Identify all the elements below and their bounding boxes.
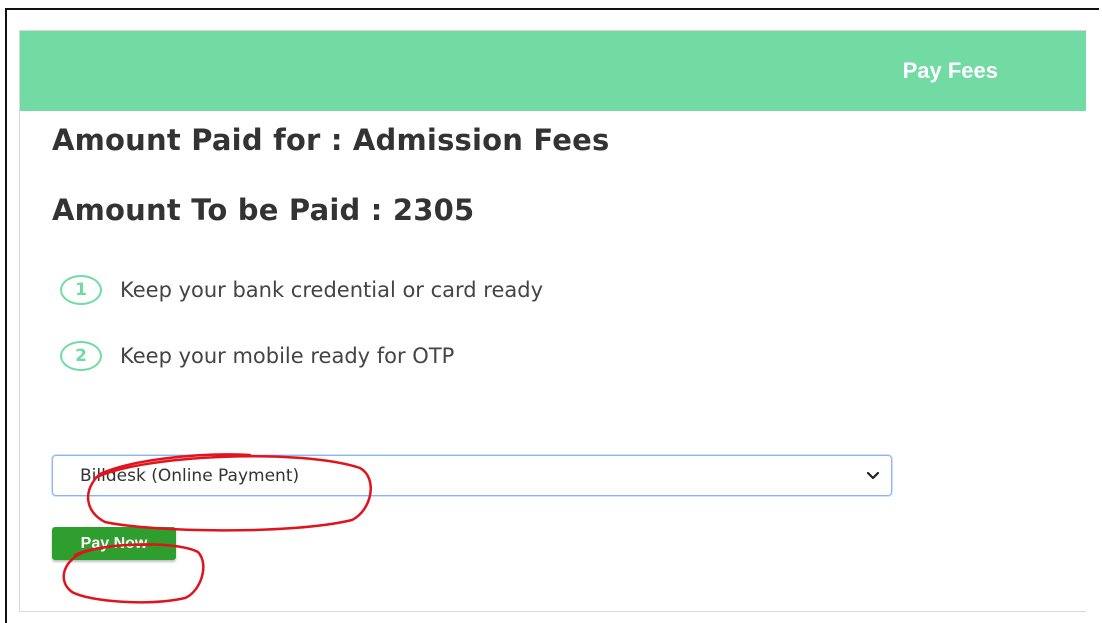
header-title: Pay Fees bbox=[902, 58, 998, 83]
amount-paid-for-heading: Amount Paid for : Admission Fees bbox=[52, 123, 610, 157]
payment-method-selected-value: Billdesk (Online Payment) bbox=[80, 466, 300, 486]
step-item: 1 Keep your bank credential or card read… bbox=[60, 275, 543, 305]
pay-fees-card: Pay Fees bbox=[19, 30, 1086, 612]
payment-method-select[interactable]: Billdesk (Online Payment) bbox=[52, 455, 892, 496]
card-header: Pay Fees bbox=[20, 31, 1086, 111]
step-text: Keep your bank credential or card ready bbox=[120, 278, 544, 302]
step-text: Keep your mobile ready for OTP bbox=[120, 344, 455, 368]
step-number-badge: 1 bbox=[60, 275, 102, 305]
amount-to-be-paid-heading: Amount To be Paid : 2305 bbox=[52, 193, 475, 227]
pay-now-button[interactable]: Pay Now bbox=[52, 527, 176, 560]
chevron-down-icon bbox=[866, 471, 880, 480]
step-number-badge: 2 bbox=[60, 341, 102, 371]
step-item: 2 Keep your mobile ready for OTP bbox=[60, 341, 454, 371]
